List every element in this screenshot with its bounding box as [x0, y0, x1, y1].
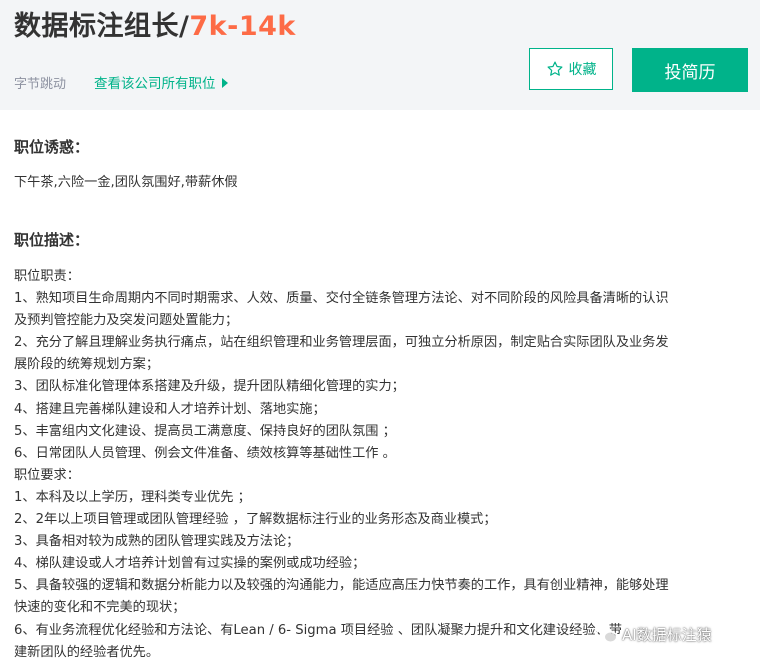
description-line: 3、具备相对较为成熟的团队管理实践及方法论； [14, 534, 300, 549]
favorite-button[interactable]: 收藏 [529, 48, 613, 90]
job-title-text: 数据标注组长/ [14, 11, 190, 42]
description-line: 及预判管控能力及突发问题处置能力； [14, 313, 239, 328]
description-line: 6、日常团队人员管理、例会文件准备、绩效核算等基础性工作 。 [14, 446, 396, 461]
description-line: 4、搭建且完善梯队建设和人才培养计划、落地实施； [14, 402, 326, 417]
perks-heading: 职位诱惑： [14, 138, 90, 156]
description-line: 6、有业务流程优化经验和方法论、有Lean / 6- Sigma 项目经验 、团… [14, 623, 622, 638]
watermark: AI数据标注猿 [596, 624, 712, 645]
description-line: 2、2年以上项目管理或团队管理经验 ，了解数据标注行业的业务形态及商业模式； [14, 512, 497, 527]
favorite-label: 收藏 [568, 62, 597, 78]
description-line: 职位要求： [14, 468, 80, 483]
description-heading: 职位描述： [14, 231, 90, 249]
perks-text: 下午茶,六险一金,团队氛围好,带薪休假 [14, 175, 238, 190]
company-jobs-link[interactable]: 查看该公司所有职位 [94, 72, 228, 92]
company-name: 字节跳动 [14, 77, 67, 92]
watermark-text: AI数据标注猿 [622, 626, 712, 644]
description-line: 建新团队的经验者优先。 [14, 645, 160, 660]
description-line: 4、梯队建设或人才培养计划曾有过实操的案例或成功经验； [14, 556, 366, 571]
star-icon [547, 61, 562, 76]
description-line: 5、丰富组内文化建设、提高员工满意度、保持良好的团队氛围 ； [14, 424, 396, 439]
job-title: 数据标注组长/7k-14k [14, 4, 296, 43]
salary-range: 7k-14k [189, 11, 296, 42]
description-line: 快速的变化和不完美的现状； [14, 600, 186, 615]
wechat-icon [596, 626, 618, 643]
job-header: 数据标注组长/7k-14k 字节跳动 查看该公司所有职位 收藏 投简历 [0, 0, 760, 110]
company-jobs-link-label: 查看该公司所有职位 [94, 76, 216, 92]
triangle-right-icon [221, 78, 228, 88]
description-line: 5、具备较强的逻辑和数据分析能力以及较强的沟通能力，能适应高压力快节奏的工作，具… [14, 578, 669, 593]
description-line: 职位职责： [14, 269, 80, 284]
description-line: 3、团队标准化管理体系搭建及升级，提升团队精细化管理的实力； [14, 379, 405, 394]
description-line: 2、充分了解且理解业务执行痛点，站在组织管理和业务管理层面，可独立分析原因，制定… [14, 335, 669, 350]
description-line: 展阶段的统筹规划方案； [14, 357, 160, 372]
apply-button[interactable]: 投简历 [632, 48, 748, 92]
description-line: 1、熟知项目生命周期内不同时期需求、人效、质量、交付全链条管理方法论、对不同阶段… [14, 291, 669, 306]
description-line: 1、本科及以上学历，理科类专业优先 ； [14, 490, 251, 505]
